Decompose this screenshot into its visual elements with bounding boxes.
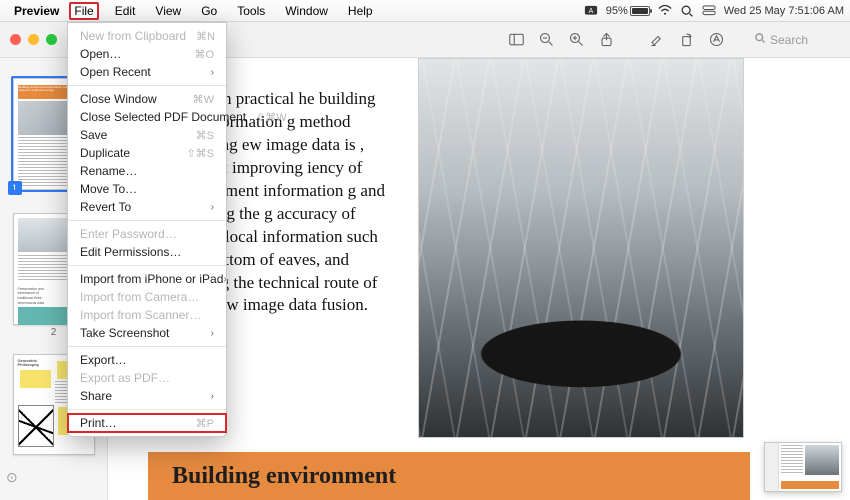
thumb3-title: Geometric Philosophy [18, 359, 53, 369]
file-menu-import-from-iphone-or-ipad[interactable]: Import from iPhone or iPad› [68, 270, 226, 288]
file-menu-enter-password: Enter Password… [68, 225, 226, 243]
page-number-2: 2 [51, 327, 57, 338]
menubar-clock[interactable]: Wed 25 May 7:51:06 AM [724, 5, 844, 17]
chevron-right-icon: › [223, 274, 226, 285]
menubar-item-tools[interactable]: Tools [233, 2, 269, 20]
menubar-item-edit[interactable]: Edit [111, 2, 140, 20]
chevron-right-icon: › [211, 391, 214, 402]
file-menu-edit-permissions[interactable]: Edit Permissions… [68, 243, 226, 261]
menubar-item-window[interactable]: Window [281, 2, 332, 20]
file-menu-close-window[interactable]: Close Window⌘W [68, 90, 226, 108]
file-menu-dropdown: New from Clipboard⌘NOpen…⌘OOpen Recent› C… [67, 22, 227, 437]
chevron-right-icon: › [211, 67, 214, 78]
window-traffic-lights [10, 34, 57, 45]
file-menu-import-from-camera: Import from Camera… [68, 288, 226, 306]
rotate-button[interactable] [674, 29, 698, 51]
battery-status[interactable]: 95% [606, 5, 650, 17]
file-menu-open[interactable]: Open…⌘O [68, 45, 226, 63]
file-menu-print[interactable]: Print…⌘P [68, 414, 226, 432]
file-menu-export[interactable]: Export… [68, 351, 226, 369]
file-menu-duplicate[interactable]: Duplicate⇧⌘S [68, 144, 226, 162]
zoom-window-button[interactable] [46, 34, 57, 45]
zoom-out-button[interactable] [534, 29, 558, 51]
highlight-button[interactable] [644, 29, 668, 51]
chevron-right-icon: › [211, 328, 214, 339]
file-menu-new-from-clipboard: New from Clipboard⌘N [68, 27, 226, 45]
markup-button[interactable] [704, 29, 728, 51]
svg-text:A: A [588, 8, 593, 15]
file-menu-export-as-pdf: Export as PDF… [68, 369, 226, 387]
file-menu-revert-to[interactable]: Revert To› [68, 198, 226, 216]
search-icon [754, 32, 766, 47]
menubar-item-view[interactable]: View [151, 2, 185, 20]
sidebar-toggle-button[interactable] [504, 29, 528, 51]
close-window-button[interactable] [10, 34, 21, 45]
chevron-right-icon: › [211, 202, 214, 213]
share-button[interactable] [594, 29, 618, 51]
macos-menubar: Preview File Edit View Go Tools Window H… [0, 0, 850, 22]
file-menu-close-selected-pdf-document[interactable]: Close Selected PDF Document⇧⌘W [68, 108, 226, 126]
spotlight-icon[interactable] [680, 5, 694, 17]
sidebar-settings-icon[interactable]: ⊙ [0, 463, 24, 492]
page-badge: 1 [8, 181, 22, 195]
menubar-status-area: A 95% Wed 25 May 7:51:06 AM [584, 5, 844, 17]
keyboard-input-icon[interactable]: A [584, 5, 598, 17]
file-menu-rename[interactable]: Rename… [68, 162, 226, 180]
wifi-icon[interactable] [658, 5, 672, 17]
search-placeholder: Search [770, 33, 808, 47]
page-overview-thumbnail[interactable] [764, 442, 842, 492]
file-menu-import-from-scanner: Import from Scanner… [68, 306, 226, 324]
battery-icon [630, 6, 650, 16]
document-photo [418, 58, 744, 438]
control-center-icon[interactable] [702, 5, 716, 17]
minimize-window-button[interactable] [28, 34, 39, 45]
zoom-in-button[interactable] [564, 29, 588, 51]
file-menu-move-to[interactable]: Move To… [68, 180, 226, 198]
battery-percent-label: 95% [606, 5, 628, 17]
file-menu-save[interactable]: Save⌘S [68, 126, 226, 144]
file-menu-share[interactable]: Share› [68, 387, 226, 405]
menubar-app-name[interactable]: Preview [14, 4, 59, 18]
menubar-item-help[interactable]: Help [344, 2, 377, 20]
file-menu-take-screenshot[interactable]: Take Screenshot› [68, 324, 226, 342]
menubar-item-file[interactable]: File [69, 2, 98, 20]
file-menu-open-recent[interactable]: Open Recent› [68, 63, 226, 81]
document-heading: Building environment [148, 452, 750, 500]
search-field[interactable]: Search [750, 30, 840, 49]
menubar-item-go[interactable]: Go [197, 2, 221, 20]
